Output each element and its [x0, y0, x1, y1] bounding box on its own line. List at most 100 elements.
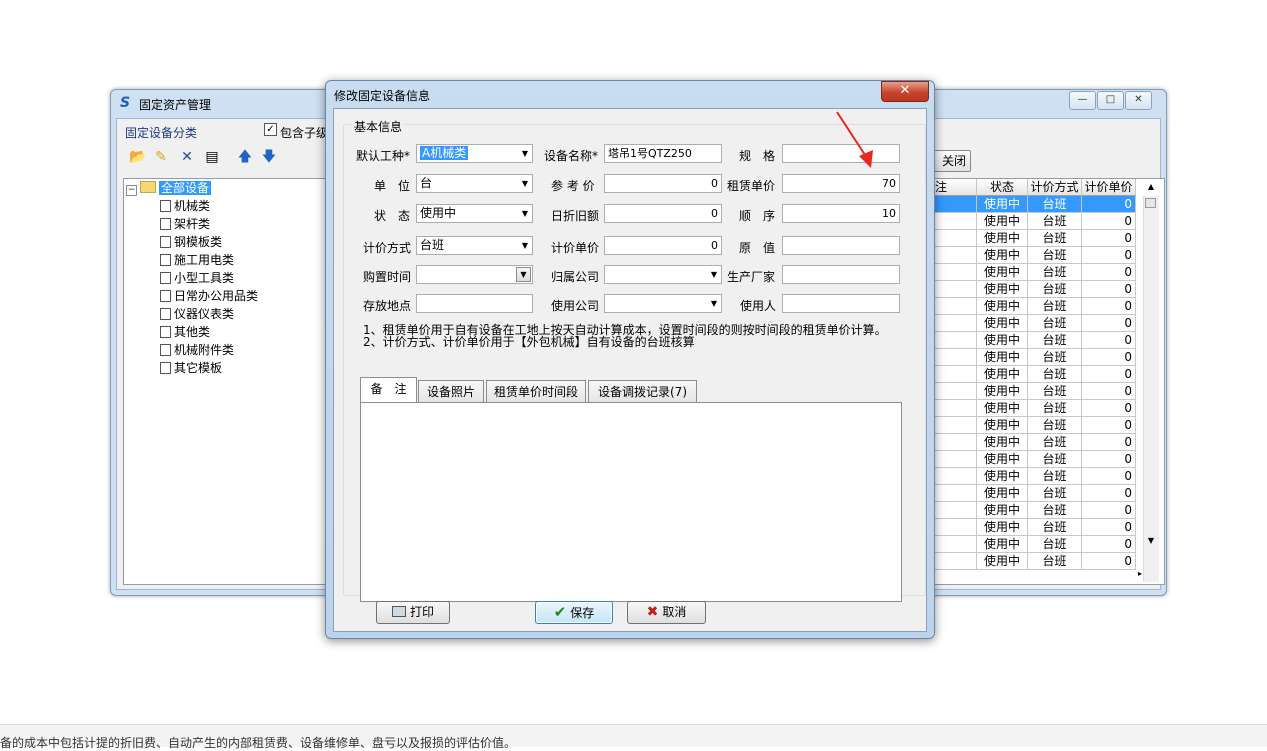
table-cell: 使用中 — [977, 383, 1028, 400]
pricing-price-input[interactable]: 0 — [604, 236, 722, 255]
scroll-right-icon[interactable]: ▸ — [1138, 569, 1142, 578]
scroll-down-icon[interactable]: ▼ — [1145, 536, 1157, 545]
tab-remarks[interactable]: 备 注 — [360, 377, 417, 403]
tree-root[interactable]: − 全部设备 — [126, 179, 212, 197]
grid-header-status[interactable]: 状态 — [977, 179, 1028, 196]
grid-header-pricing-price[interactable]: 计价单价 — [1082, 179, 1136, 196]
include-children-checkbox[interactable]: ✓ — [264, 123, 277, 136]
tree-item[interactable]: 施工用电类 — [160, 251, 234, 269]
table-row[interactable]: 使用中 台班 0 — [933, 536, 1143, 553]
tree-item[interactable]: 其它模板 — [160, 359, 222, 377]
grid-vertical-scrollbar[interactable]: ▲ ▼ — [1143, 182, 1159, 582]
tree-item[interactable]: 架杆类 — [160, 215, 210, 233]
table-cell: 使用中 — [977, 315, 1028, 332]
table-row[interactable]: 使用中 台班 0 — [933, 434, 1143, 451]
move-down-icon[interactable]: 🡇 — [261, 149, 277, 165]
user-input[interactable] — [782, 294, 900, 313]
table-row[interactable]: 使用中 台班 0 — [933, 366, 1143, 383]
tab-photos[interactable]: 设备照片 — [418, 380, 484, 403]
scroll-thumb[interactable] — [1145, 198, 1156, 208]
grid-header-note[interactable]: 注 — [933, 179, 977, 196]
tab-rent-periods[interactable]: 租赁单价时间段 — [486, 380, 586, 403]
tree-item[interactable]: 钢模板类 — [160, 233, 222, 251]
table-row[interactable]: 使用中 台班 0 — [933, 298, 1143, 315]
order-input[interactable]: 10 — [782, 204, 900, 223]
document-icon — [160, 326, 171, 338]
status-bar: 备的成本中包括计提的折旧费、自动产生的内部租赁费、设备维修单、盘亏以及报损的评估… — [0, 724, 1267, 750]
device-name-input[interactable]: 塔吊1号QTZ250 — [604, 144, 722, 163]
table-row[interactable]: 使用中 台班 0 — [933, 247, 1143, 264]
tree-item[interactable]: 日常办公用品类 — [160, 287, 258, 305]
dialog-close-button[interactable]: ✕ — [881, 81, 929, 102]
table-row[interactable]: 使用中 台班 0 — [933, 468, 1143, 485]
table-cell: 0 — [1082, 213, 1136, 230]
tree-item[interactable]: 机械类 — [160, 197, 210, 215]
unit-select[interactable]: 台 ▼ — [416, 174, 533, 193]
pricing-method-select[interactable]: 台班 ▼ — [416, 236, 533, 255]
table-cell: 0 — [1082, 468, 1136, 485]
chevron-down-icon: ▼ — [521, 241, 528, 250]
save-button[interactable]: ✔ 保存 — [535, 601, 613, 624]
tab-transfer-records[interactable]: 设备调拨记录(7) — [588, 380, 697, 403]
grid-header-pricing-method[interactable]: 计价方式 — [1028, 179, 1082, 196]
table-row[interactable]: 使用中 台班 0 — [933, 485, 1143, 502]
window-close-button[interactable]: ✕ — [1125, 91, 1152, 110]
maximize-button[interactable]: □ — [1097, 91, 1124, 110]
cancel-x-icon: ✖ — [646, 604, 659, 620]
default-type-select[interactable]: A机械类 ▼ — [416, 144, 533, 163]
open-folder-icon[interactable]: 📂 — [129, 149, 146, 165]
table-row[interactable]: 使用中 台班 0 — [933, 213, 1143, 230]
edit-folder-icon[interactable]: ✎ — [153, 149, 169, 165]
table-cell — [933, 468, 977, 485]
table-row[interactable]: 使用中 台班 0 — [933, 281, 1143, 298]
original-value-input[interactable] — [782, 236, 900, 255]
device-grid[interactable]: 注 状态 计价方式 计价单价 使用中 台班 0 使用中 台班 0 使用中 台班 0 使用中 台班 0 使… — [932, 178, 1165, 585]
tree-item[interactable]: 其他类 — [160, 323, 210, 341]
move-up-icon[interactable]: 🡅 — [237, 149, 253, 165]
scroll-up-icon[interactable]: ▲ — [1145, 182, 1157, 191]
table-row[interactable]: 使用中 台班 0 — [933, 451, 1143, 468]
manufacturer-input[interactable] — [782, 265, 900, 284]
table-row[interactable]: 使用中 台班 0 — [933, 264, 1143, 281]
delete-icon[interactable]: ✕ — [179, 149, 195, 165]
minimize-button[interactable]: — — [1069, 91, 1096, 110]
table-cell: 0 — [1082, 519, 1136, 536]
export-icon[interactable]: ▤ — [204, 149, 220, 165]
tree-item[interactable]: 机械附件类 — [160, 341, 234, 359]
close-button[interactable]: 关闭 — [933, 150, 971, 172]
table-row[interactable]: 使用中 台班 0 — [933, 519, 1143, 536]
table-row[interactable]: 使用中 台班 0 — [933, 400, 1143, 417]
storage-input[interactable] — [416, 294, 533, 313]
cancel-button[interactable]: ✖ 取消 — [627, 601, 706, 624]
table-cell: 0 — [1082, 553, 1136, 570]
table-row[interactable]: 使用中 台班 0 — [933, 417, 1143, 434]
table-row[interactable]: 使用中 台班 0 — [933, 230, 1143, 247]
print-button[interactable]: 打印 — [376, 601, 450, 624]
table-row[interactable]: 使用中 台班 0 — [933, 196, 1143, 213]
tree-item-label: 其他类 — [174, 325, 211, 339]
document-icon — [160, 254, 171, 266]
table-cell: 0 — [1082, 298, 1136, 315]
calendar-dropdown-icon[interactable]: ▼ — [516, 267, 531, 282]
table-row[interactable]: 使用中 台班 0 — [933, 383, 1143, 400]
tree-item[interactable]: 小型工具类 — [160, 269, 234, 287]
table-row[interactable]: 使用中 台班 0 — [933, 553, 1143, 570]
company-select[interactable]: ▼ — [604, 265, 722, 284]
table-row[interactable]: 使用中 台班 0 — [933, 349, 1143, 366]
purchase-time-picker[interactable]: ▼ — [416, 265, 533, 284]
category-tree[interactable]: − 全部设备 机械类 架杆类 钢模板类 施工用电类 小型工具类 日常办公用品类 仪… — [123, 178, 340, 585]
remarks-textarea[interactable] — [360, 402, 902, 602]
rent-price-input[interactable]: 70 — [782, 174, 900, 193]
collapse-icon[interactable]: − — [126, 185, 137, 196]
table-row[interactable]: 使用中 台班 0 — [933, 332, 1143, 349]
daily-depreciation-label: 日折旧额 — [551, 209, 600, 223]
table-cell: 0 — [1082, 281, 1136, 298]
tree-item-label: 机械类 — [174, 199, 211, 213]
status-select[interactable]: 使用中 ▼ — [416, 204, 533, 223]
ref-price-input[interactable]: 0 — [604, 174, 722, 193]
tree-item[interactable]: 仪器仪表类 — [160, 305, 234, 323]
table-row[interactable]: 使用中 台班 0 — [933, 502, 1143, 519]
daily-depreciation-input[interactable]: 0 — [604, 204, 722, 223]
use-company-select[interactable]: ▼ — [604, 294, 722, 313]
table-row[interactable]: 使用中 台班 0 — [933, 315, 1143, 332]
